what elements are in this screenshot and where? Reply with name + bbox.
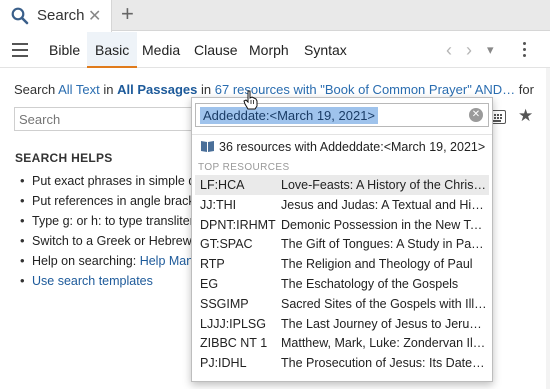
hand-cursor-icon [243,90,258,110]
tab-morph[interactable]: Morph [249,42,289,58]
forward-arrow-icon[interactable]: › [466,40,472,61]
tab-search[interactable]: Search ✕ [0,0,112,32]
tab-clause[interactable]: Clause [194,42,238,58]
resources-link[interactable]: 67 resources with "Book of Common Prayer… [215,82,515,97]
resource-row[interactable]: LJJJ:IPLSG The Last Journey of Jesus to J… [195,314,489,334]
help-item: Switch to a Greek or Hebrew ke [20,233,208,254]
resource-filter-input[interactable]: Addeddate:<March 19, 2021> ✕ [195,103,489,127]
help-item: Put references in angle bracket [20,193,208,214]
search-toolbar: Bible Basic Media Clause Morph Syntax ‹ … [0,32,550,68]
resource-row[interactable]: SSGIMP Sacred Sites of the Gospels with I… [195,294,489,314]
resource-abbreviation: JJ:THI [200,197,237,212]
hamburger-icon[interactable] [12,43,28,57]
filter-query-text[interactable]: Addeddate:<March 19, 2021> [200,107,379,124]
clear-icon[interactable]: ✕ [469,108,483,122]
new-tab-button[interactable]: + [121,3,134,25]
search-scope-line: Search All Text in All Passages in 67 re… [14,82,534,97]
resource-title: Love-Feasts: A History of the Christ… [281,178,487,192]
help-item: Put exact phrases in simple qu [20,173,208,194]
resource-row[interactable]: EG The Eschatology of the Gospels [195,274,489,294]
search-prefix: Search [14,82,56,97]
book-icon [201,141,214,152]
resource-row[interactable]: RTP The Religion and Theology of Paul [195,254,489,274]
resource-count-label: 36 resources with Addeddate:<March 19, 2… [219,140,486,154]
scrollbar[interactable] [546,68,550,389]
close-tab-icon[interactable]: ✕ [88,6,101,26]
resource-title: Demonic Possession in the New Te… [281,217,487,232]
for-label: for [518,82,534,97]
tab-media[interactable]: Media [142,42,180,58]
scope-link[interactable]: All Text [58,82,100,97]
tab-bar: Search ✕ + [0,0,550,32]
resource-row[interactable]: PJ:IDHL The Prosecution of Jesus: Its Dat… [195,353,489,373]
tab-basic[interactable]: Basic [87,32,138,68]
resource-title: The Religion and Theology of Paul [281,257,473,272]
resource-title: The Eschatology of the Gospels [281,276,459,291]
resource-abbreviation: GT:SPAC [200,237,253,252]
in-label: in [103,82,114,97]
resource-abbreviation: EG [200,276,219,291]
star-icon[interactable]: ★ [518,106,533,126]
resource-abbreviation: SSGIMP [200,296,249,311]
resource-abbreviation: LJJJ:IPLSG [200,316,266,331]
tab-bible[interactable]: Bible [49,42,80,58]
resource-abbreviation: ZIBBC NT 1 [200,336,268,351]
tab-syntax[interactable]: Syntax [304,42,347,58]
resource-list: LF:HCA Love-Feasts: A History of the Chri… [195,175,489,373]
divider [192,134,492,135]
help-item: Use search templates [20,273,208,294]
resource-row[interactable]: LF:HCA Love-Feasts: A History of the Chri… [195,175,489,195]
resource-title: The Gift of Tongues: A Study in Pat… [281,237,487,252]
resource-filter-dropdown: Addeddate:<March 19, 2021> ✕ 36 resource… [191,97,493,382]
resource-abbreviation: LF:HCA [200,178,245,192]
tab-label: Search [37,7,85,24]
search-input[interactable] [14,107,194,131]
resource-row[interactable]: JJ:THI Jesus and Judas: A Textual and His… [195,195,489,215]
resource-title: The Prosecution of Jesus: Its Date,… [281,356,487,371]
help-item: Type g: or h: to type translitera [20,213,208,234]
resource-abbreviation: PJ:IDHL [200,356,247,371]
help-item-label: Help on searching: [32,254,140,268]
search-icon [11,7,29,25]
more-vertical-icon[interactable] [523,42,527,60]
resource-row[interactable]: DPNT:IRHMT Demonic Possession in the New … [195,215,489,235]
resource-count-row[interactable]: 36 resources with Addeddate:<March 19, 2… [200,140,485,154]
search-helps-title: SEARCH HELPS [15,151,113,165]
resource-abbreviation: RTP [200,257,225,272]
resource-title: The Last Journey of Jesus to Jerus… [281,316,487,331]
resource-abbreviation: DPNT:IRHMT [200,217,276,232]
history-dropdown-icon[interactable]: ▾ [487,42,494,58]
back-arrow-icon[interactable]: ‹ [446,40,452,61]
help-item: Help on searching: Help Manua [20,253,208,274]
in-label-2: in [201,82,212,97]
search-templates-link[interactable]: Use search templates [32,274,153,288]
passages-link[interactable]: All Passages [117,82,197,97]
resource-title: Jesus and Judas: A Textual and His… [281,197,487,212]
resource-title: Matthew, Mark, Luke: Zondervan Il… [281,336,486,351]
resource-row[interactable]: ZIBBC NT 1 Matthew, Mark, Luke: Zondervan… [195,333,489,353]
search-helps-list: Put exact phrases in simple qu Put refer… [20,173,208,294]
resource-row[interactable]: GT:SPAC The Gift of Tongues: A Study in P… [195,234,489,254]
resource-title: Sacred Sites of the Gospels with Ill… [281,296,487,311]
top-resources-heading: TOP RESOURCES [198,162,290,173]
